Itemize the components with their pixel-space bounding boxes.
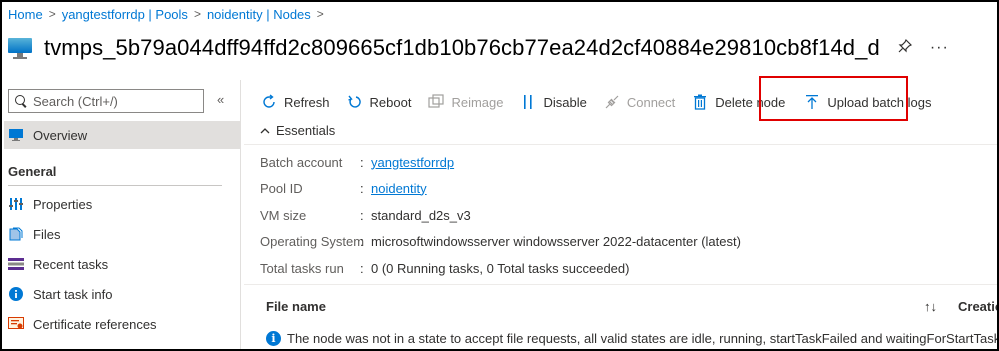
essentials-colon: : — [360, 207, 364, 223]
essentials-title: Essentials — [276, 123, 336, 138]
sidebar-item-label: Recent tasks — [33, 256, 109, 272]
divider — [244, 144, 997, 145]
window-frame: Home > yangtestforrdp | Pools > noidenti… — [0, 0, 999, 351]
breadcrumb-pools[interactable]: yangtestforrdp | Pools — [62, 7, 188, 22]
essentials-colon: : — [360, 180, 364, 196]
essentials-colon: : — [360, 233, 364, 249]
sidebar-item-recent-tasks[interactable]: Recent tasks — [4, 250, 240, 278]
connect-label: Connect — [626, 94, 676, 110]
search-input[interactable]: Search (Ctrl+/) — [8, 89, 204, 113]
connect-button[interactable]: Connect — [603, 93, 675, 111]
recent-tasks-icon — [8, 256, 24, 272]
essentials-row-vm-size: VM size : standard_d2s_v3 — [260, 206, 471, 224]
sidebar-item-label: Certificate references — [33, 316, 157, 332]
files-icon — [8, 226, 24, 242]
vm-size-value: standard_d2s_v3 — [371, 207, 471, 223]
total-tasks-run-value: 0 (0 Running tasks, 0 Total tasks succee… — [371, 260, 630, 276]
disable-label: Disable — [543, 94, 587, 110]
divider — [244, 284, 997, 285]
essentials-row-pool-id: Pool ID : noidentity — [260, 179, 427, 197]
chevron-up-icon — [260, 125, 270, 137]
essentials-key: Pool ID — [260, 180, 303, 196]
trash-icon — [691, 93, 709, 111]
info-message-text: The node was not in a state to accept fi… — [287, 331, 999, 346]
more-options-icon[interactable]: ··· — [930, 39, 949, 57]
reboot-icon — [346, 93, 364, 111]
essentials-key: VM size — [260, 207, 307, 223]
info-icon — [8, 286, 24, 302]
essentials-row-total-tasks-run: Total tasks run : 0 (0 Running tasks, 0 … — [260, 259, 629, 277]
sidebar-item-label: Overview — [33, 127, 88, 143]
disable-button[interactable]: Disable — [519, 93, 587, 111]
column-header-file-name[interactable]: File name — [266, 299, 326, 314]
breadcrumb-separator: > — [316, 7, 324, 21]
certificate-icon — [8, 316, 24, 332]
refresh-label: Refresh — [284, 94, 330, 110]
essentials-colon: : — [360, 260, 364, 276]
reimage-button[interactable]: Reimage — [427, 93, 503, 111]
title-row: tvmps_5b79a044dff94ffd2c809665cf1db10b76… — [8, 31, 949, 65]
operating-system-value: microsoftwindowsserver windowsserver 202… — [371, 233, 741, 249]
essentials-key: Total tasks run — [260, 260, 344, 276]
reboot-button[interactable]: Reboot — [346, 93, 412, 111]
essentials-key: Operating System — [260, 233, 365, 249]
reboot-label: Reboot — [369, 94, 412, 110]
pool-id-link[interactable]: noidentity — [371, 181, 427, 196]
properties-icon — [8, 196, 24, 212]
essentials-row-operating-system: Operating System : microsoftwindowsserve… — [260, 232, 741, 250]
essentials-colon: : — [360, 154, 364, 170]
search-placeholder: Search (Ctrl+/) — [33, 93, 118, 109]
breadcrumb-separator: > — [48, 7, 56, 21]
essentials-toggle[interactable]: Essentials — [260, 123, 335, 138]
batch-account-link[interactable]: yangtestforrdp — [371, 155, 454, 170]
sidebar-item-start-task-info[interactable]: Start task info — [4, 280, 240, 308]
sort-icon[interactable]: ↑↓ — [924, 299, 937, 314]
page-title: tvmps_5b79a044dff94ffd2c809665cf1db10b76… — [44, 35, 880, 60]
collapse-sidebar-button[interactable]: « — [217, 92, 224, 107]
reimage-icon — [427, 93, 445, 111]
reimage-label: Reimage — [451, 94, 504, 110]
sidebar-item-properties[interactable]: Properties — [4, 190, 240, 218]
essentials-row-batch-account: Batch account : yangtestforrdp — [260, 153, 454, 171]
refresh-icon — [260, 93, 278, 111]
info-icon: i — [266, 331, 281, 346]
essentials-key: Batch account — [260, 154, 343, 170]
divider — [8, 185, 222, 186]
pin-icon[interactable] — [898, 38, 912, 57]
sidebar-item-label: Properties — [33, 196, 93, 212]
column-header-creation[interactable]: Creation — [958, 299, 997, 314]
sidebar-item-label: Start task info — [33, 286, 113, 302]
breadcrumb-nodes[interactable]: noidentity | Nodes — [207, 7, 311, 22]
breadcrumb: Home > yangtestforrdp | Pools > noidenti… — [8, 5, 330, 23]
sidebar-item-overview[interactable]: Overview — [4, 121, 240, 149]
breadcrumb-separator: > — [193, 7, 201, 21]
highlight-annotation — [759, 76, 908, 121]
search-icon — [15, 95, 27, 107]
sidebar-section-general: General — [8, 164, 57, 179]
sidebar-divider — [240, 80, 241, 349]
sidebar: Search (Ctrl+/) « Overview General Prope… — [4, 84, 240, 349]
connect-icon — [603, 93, 621, 111]
overview-icon — [8, 127, 24, 143]
sidebar-item-certificate-references[interactable]: Certificate references — [4, 310, 240, 338]
node-icon — [8, 35, 34, 61]
breadcrumb-home[interactable]: Home — [8, 7, 43, 22]
files-info-message: i The node was not in a state to accept … — [266, 331, 999, 346]
sidebar-item-files[interactable]: Files — [4, 220, 240, 248]
pause-icon — [519, 93, 537, 111]
refresh-button[interactable]: Refresh — [260, 93, 330, 111]
sidebar-item-label: Files — [33, 226, 61, 242]
